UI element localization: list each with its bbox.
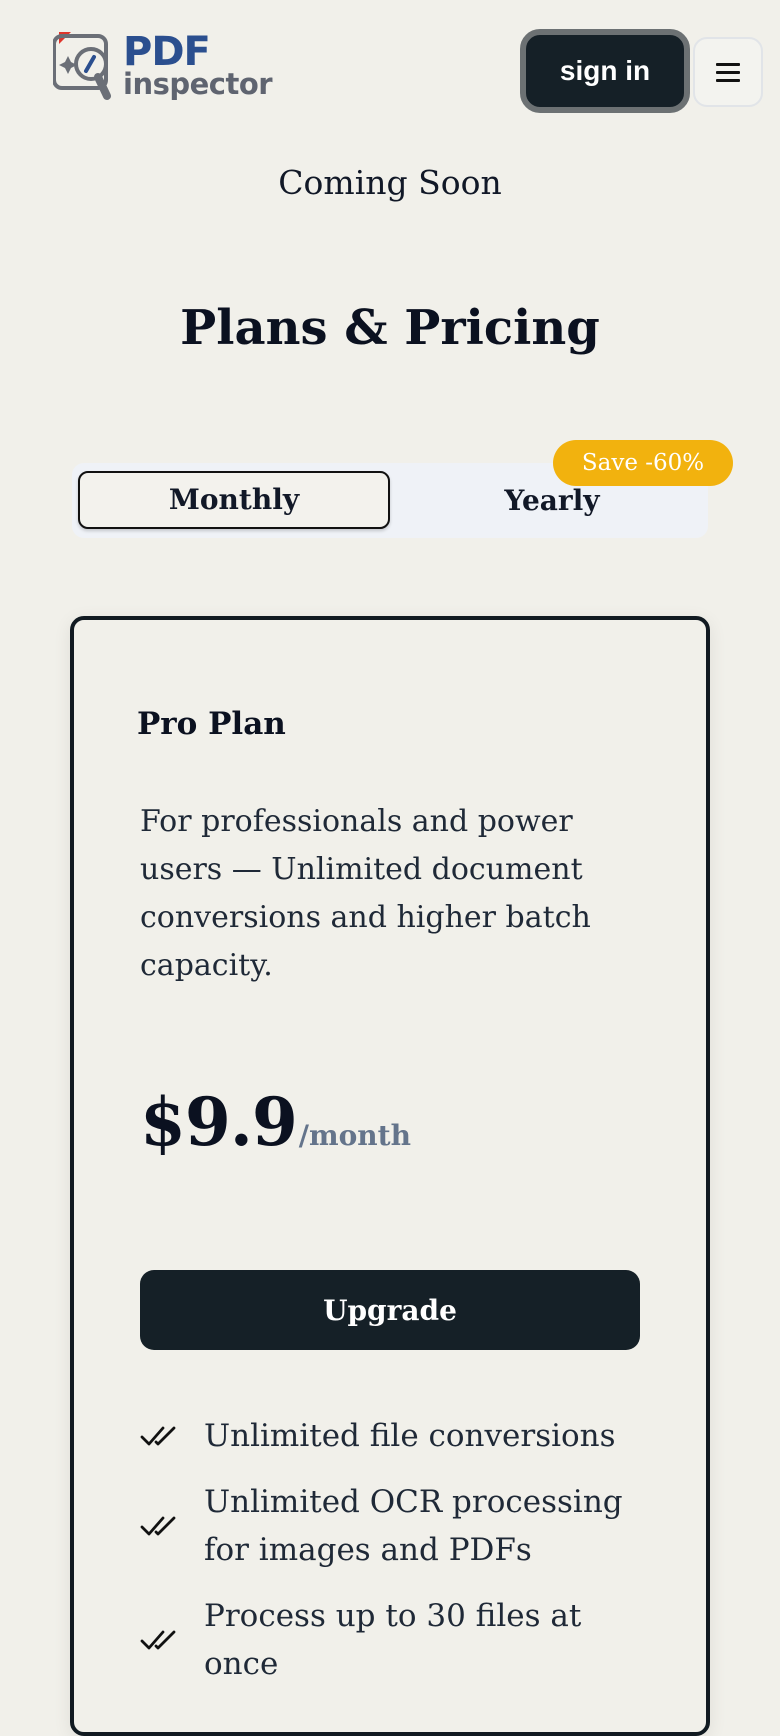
feature-item: Unlimited OCR processing for images and … (140, 1478, 640, 1574)
price-amount: $9.9 (140, 1083, 298, 1161)
feature-item: Process up to 30 files at once (140, 1592, 640, 1688)
upgrade-button[interactable]: Upgrade (140, 1270, 640, 1350)
save-discount-badge: Save -60% (553, 440, 733, 486)
logo[interactable]: PDF inspector (52, 29, 273, 106)
menu-button[interactable] (693, 37, 763, 107)
double-check-icon (140, 1426, 176, 1446)
logo-text-inspector: inspector (123, 67, 273, 101)
page-title: Plans & Pricing (180, 300, 600, 356)
coming-soon-text: Coming Soon (278, 163, 502, 202)
logo-text-pdf: PDF (123, 29, 211, 75)
plan-description: For professionals and power users — Unli… (140, 804, 591, 983)
price-period: /month (298, 1119, 411, 1152)
sign-in-button[interactable]: sign in (520, 29, 690, 113)
feature-label: Process up to 30 files at once (204, 1598, 582, 1682)
sign-in-label: sign in (559, 55, 651, 86)
hamburger-menu-icon (716, 63, 740, 82)
feature-list: Unlimited file conversions Unlimited OCR… (140, 1412, 640, 1706)
plan-name: Pro Plan (137, 706, 286, 742)
feature-item: Unlimited file conversions (140, 1412, 640, 1460)
pdf-inspector-logo-icon (52, 30, 119, 106)
double-check-icon (140, 1630, 176, 1650)
billing-option-monthly[interactable]: Monthly (78, 471, 390, 529)
feature-label: Unlimited file conversions (204, 1418, 616, 1454)
plan-price: $9.9 /month (140, 1083, 411, 1161)
double-check-icon (140, 1516, 176, 1536)
feature-label: Unlimited OCR processing for images and … (204, 1484, 623, 1568)
